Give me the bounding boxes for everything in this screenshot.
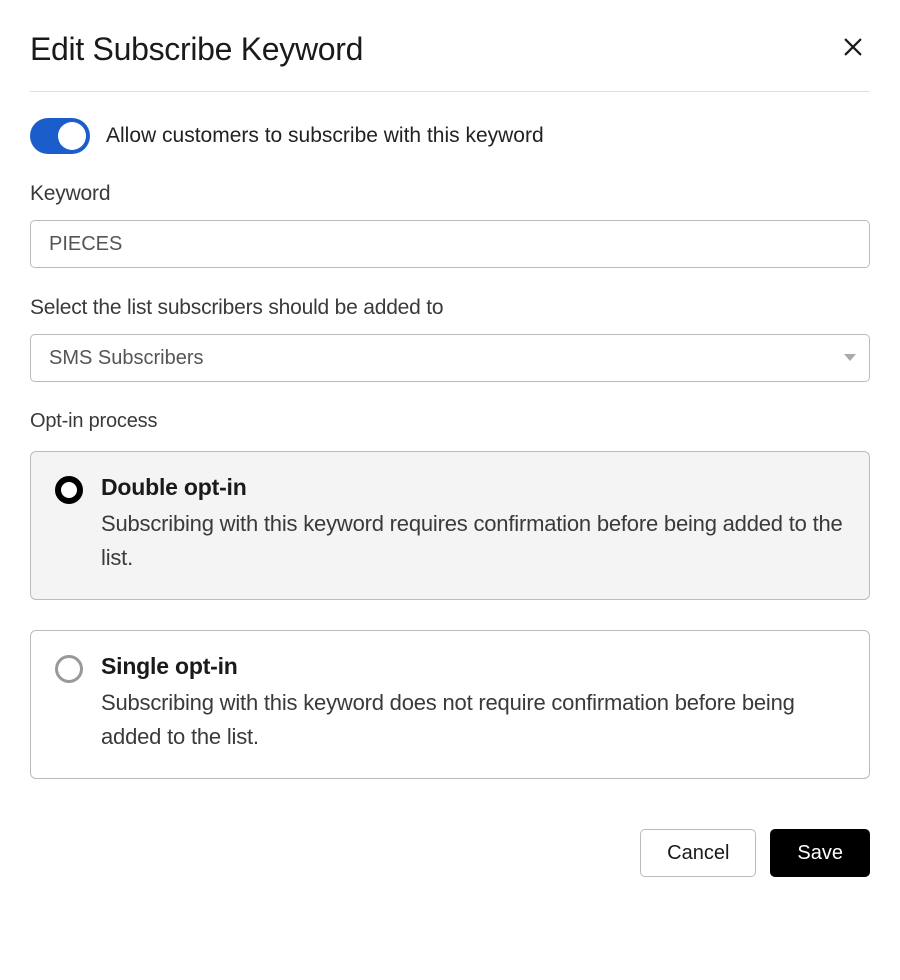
- list-field-block: Select the list subscribers should be ad…: [30, 296, 870, 382]
- optin-option-double[interactable]: Double opt-in Subscribing with this keyw…: [30, 451, 870, 600]
- close-button[interactable]: [836, 30, 870, 69]
- cancel-button[interactable]: Cancel: [640, 829, 756, 877]
- radio-indicator: [55, 476, 83, 504]
- dialog-title: Edit Subscribe Keyword: [30, 31, 363, 68]
- allow-subscribe-toggle[interactable]: [30, 118, 90, 154]
- optin-option-single[interactable]: Single opt-in Subscribing with this keyw…: [30, 630, 870, 779]
- radio-content: Double opt-in Subscribing with this keyw…: [101, 474, 845, 575]
- list-label: Select the list subscribers should be ad…: [30, 296, 870, 320]
- close-icon: [842, 36, 864, 63]
- optin-option-desc: Subscribing with this keyword requires c…: [101, 507, 845, 575]
- optin-option-title: Single opt-in: [101, 653, 845, 680]
- list-select[interactable]: SMS Subscribers: [30, 334, 870, 382]
- keyword-input[interactable]: [30, 220, 870, 268]
- allow-subscribe-label: Allow customers to subscribe with this k…: [106, 124, 544, 148]
- keyword-label: Keyword: [30, 182, 870, 206]
- list-select-wrap: SMS Subscribers: [30, 334, 870, 382]
- dialog-footer: Cancel Save: [30, 829, 870, 877]
- save-button[interactable]: Save: [770, 829, 870, 877]
- dialog-header: Edit Subscribe Keyword: [30, 30, 870, 92]
- optin-option-title: Double opt-in: [101, 474, 845, 501]
- optin-label: Opt-in process: [30, 410, 870, 433]
- radio-content: Single opt-in Subscribing with this keyw…: [101, 653, 845, 754]
- toggle-knob: [58, 122, 86, 150]
- optin-block: Opt-in process Double opt-in Subscribing…: [30, 410, 870, 779]
- keyword-field-block: Keyword: [30, 182, 870, 268]
- radio-indicator: [55, 655, 83, 683]
- allow-subscribe-row: Allow customers to subscribe with this k…: [30, 118, 870, 154]
- optin-option-desc: Subscribing with this keyword does not r…: [101, 686, 845, 754]
